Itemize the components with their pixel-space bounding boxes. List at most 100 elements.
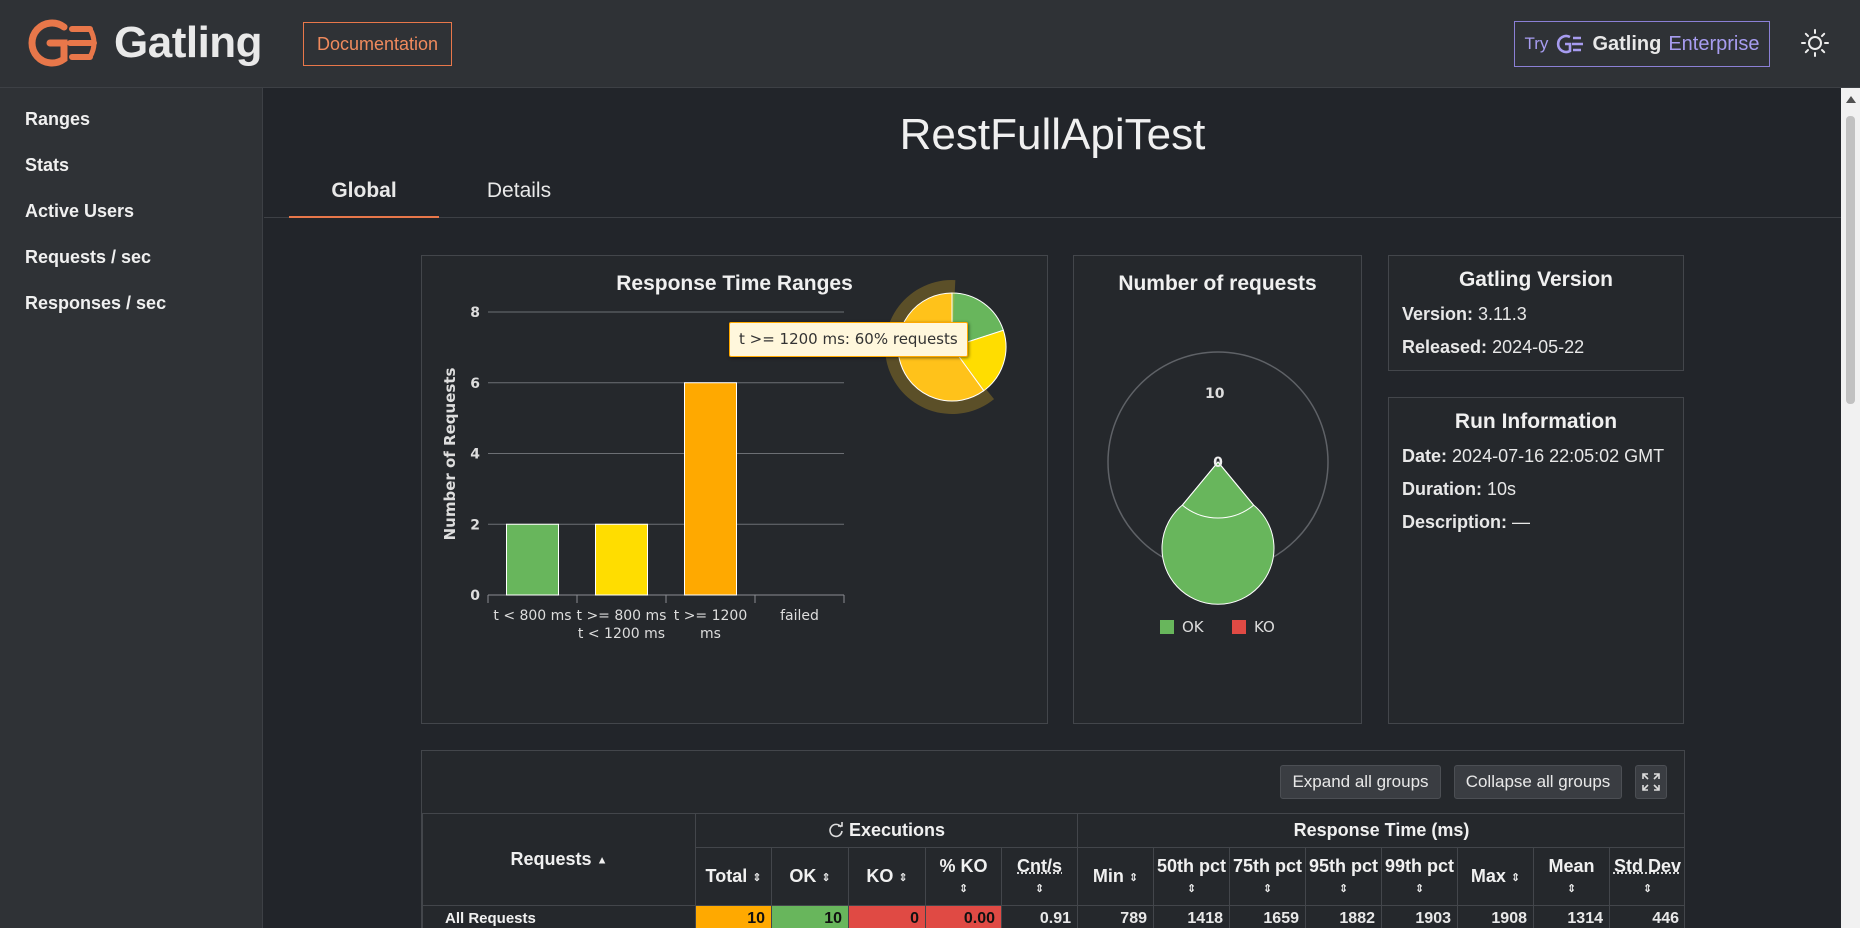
pie-slice-ok [1161,461,1275,605]
main-content: RestFullApiTest Global Details Response … [264,88,1841,928]
cell--ko: 0.00 [925,905,1002,928]
y-tick-label: 8 [470,305,480,321]
col-95th[interactable]: 95th pct ⇕ [1305,847,1382,906]
version-value: 3.11.3 [1478,304,1527,324]
sort-icon: ⇕ [958,882,969,895]
version-line: Version: 3.11.3 [1402,304,1527,325]
scrollbar-thumb[interactable] [1846,116,1855,404]
x-tick-label: ms [700,626,721,642]
col-50th-label: 50th pct [1156,855,1226,876]
y-axis-label: Number of Requests [441,368,459,541]
col-75th[interactable]: 75th pct ⇕ [1229,847,1306,906]
y-tick-label: 0 [470,588,480,604]
requests-header[interactable]: Requests ▲ [422,813,696,906]
expand-all-groups-button[interactable]: Expand all groups [1280,765,1441,799]
sort-icon: ⇕ [1262,882,1273,895]
x-tick-label: t < 1200 ms [578,626,665,642]
page-scrollbar[interactable] [1841,88,1860,928]
sidebar-item-active-users[interactable]: Active Users [0,188,262,234]
col-ok[interactable]: OK ⇕ [771,847,849,906]
page-title: RestFullApiTest [899,110,1206,159]
description-label: Description: [1402,512,1508,532]
enterprise-try-label: Try [1524,34,1549,53]
bar-1 [595,523,648,596]
cell-ok: 10 [771,905,849,928]
collapse-all-groups-button[interactable]: Collapse all groups [1454,765,1622,799]
x-tick-label: t >= 1200 [674,608,747,624]
version-label: Version: [1402,304,1474,324]
date-label: Date: [1402,446,1448,466]
col-50th[interactable]: 50th pct ⇕ [1153,847,1230,906]
gatling-logo[interactable]: Gatling [24,18,263,68]
tab-details[interactable]: Details [454,176,584,218]
col-99th-label: 99th pct [1384,855,1454,876]
top-bar: Gatling Documentation Try Gatling Enterp… [0,0,1860,88]
released-label: Released: [1402,337,1488,357]
fullscreen-icon [1642,773,1660,791]
requests-inner-label: 0 [1213,455,1223,471]
col-75th-label: 75th pct [1232,855,1302,876]
stats-card: Expand all groups Collapse all groups Re… [421,750,1685,928]
col-max-label: Max [1470,866,1506,886]
y-tick-label: 2 [470,517,480,533]
scroll-up-arrow-icon[interactable] [1846,96,1856,103]
sort-icon: ⇕ [1034,882,1045,895]
refresh-icon [829,822,843,838]
sidebar-item-ranges[interactable]: Ranges [0,96,262,142]
x-tick-label: t < 800 ms [493,608,571,624]
col-min-label: Min [1092,866,1124,886]
cell-std-dev: 446 [1609,905,1684,928]
sidebar-item-requests-sec[interactable]: Requests / sec [0,234,262,280]
duration-line: Duration: 10s [1402,479,1516,500]
y-tick-label: 6 [470,376,480,392]
released-value: 2024-05-22 [1492,337,1585,357]
col-99th[interactable]: 99th pct ⇕ [1381,847,1458,906]
documentation-button[interactable]: Documentation [303,22,453,66]
col-ko-label: KO [866,866,894,886]
cell-95th-pct: 1882 [1305,905,1382,928]
sun-icon[interactable] [1800,28,1830,58]
cell-cnt-s: 0.91 [1001,905,1078,928]
ranges-card: Response Time Ranges 02468t < 800 ms t >=… [421,255,1048,724]
tab-global[interactable]: Global [289,176,439,218]
legend-ko-label[interactable]: KO [1254,618,1275,636]
requests-card: Number of requests 10 0 OK KO [1073,255,1362,724]
run-info-title: Run Information [1454,410,1618,433]
executions-label: Executions [848,820,946,840]
try-enterprise-button[interactable]: Try Gatling Enterprise [1514,21,1770,67]
legend-ok-label[interactable]: OK [1182,618,1205,636]
enterprise-brand-label: Gatling [1592,32,1662,55]
col-total-label: Total [705,866,748,886]
executions-header: Executions [695,813,1078,848]
ranges-tooltip: t >= 1200 ms: 60% requests [729,322,968,357]
sort-icon: ⇕ [1510,871,1521,884]
col-total[interactable]: Total ⇕ [695,847,772,906]
sort-icon: ⇕ [1642,882,1653,895]
row-name[interactable]: All Requests [422,905,696,928]
fullscreen-button[interactable] [1635,765,1667,799]
tab-bar: Global Details [264,176,1841,218]
sort-icon: ⇕ [752,871,762,884]
col-pct-ko[interactable]: % KO ⇕ [925,847,1002,906]
run-info-card: Run Information Date: 2024-07-16 22:05:0… [1388,397,1684,724]
col-max[interactable]: Max ⇕ [1457,847,1534,906]
cell-total: 10 [695,905,772,928]
col-ok-label: OK [789,866,817,886]
col-ko[interactable]: KO ⇕ [848,847,926,906]
bar-2 [684,382,737,596]
col-cnt-s[interactable]: Cnt/s ⇕ [1001,847,1078,906]
sort-icon: ⇕ [1186,882,1197,895]
date-line: Date: 2024-07-16 22:05:02 GMT [1402,446,1664,467]
sidebar: Ranges Stats Active Users Requests / sec… [0,88,263,928]
table-row[interactable]: All Requests 10 10 0 0.00 0.91 789 1418 1659 188… [422,905,1684,928]
col-std-dev[interactable]: Std Dev ⇕ [1609,847,1684,906]
cell-min: 789 [1077,905,1154,928]
legend-ko-swatch [1232,620,1246,634]
col-mean[interactable]: Mean ⇕ [1533,847,1610,906]
col-pct-ko-label: % KO [939,855,988,876]
sidebar-item-responses-sec[interactable]: Responses / sec [0,280,262,326]
version-title: Gatling Version [1458,268,1614,291]
sort-icon: ⇕ [821,871,831,884]
col-min[interactable]: Min ⇕ [1077,847,1154,906]
sidebar-item-stats[interactable]: Stats [0,142,262,188]
